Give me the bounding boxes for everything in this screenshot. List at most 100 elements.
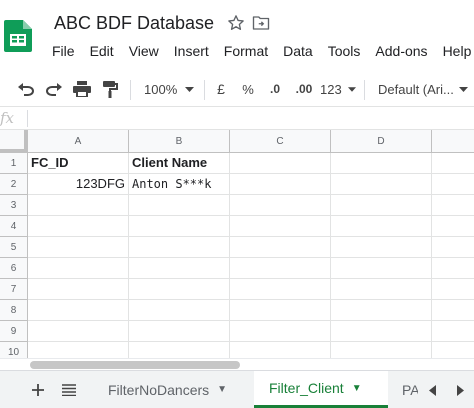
column-header-b[interactable]: B	[129, 130, 230, 153]
cell-e1[interactable]	[432, 153, 474, 174]
cell-c7[interactable]	[230, 279, 331, 300]
column-header-c[interactable]: C	[230, 130, 331, 153]
cell-a9[interactable]	[28, 321, 129, 342]
cell-d6[interactable]	[331, 258, 432, 279]
column-header-a[interactable]: A	[28, 130, 129, 153]
cell-b3[interactable]	[129, 195, 230, 216]
cell-e8[interactable]	[432, 300, 474, 321]
cell-b6[interactable]	[129, 258, 230, 279]
toolbar-divider	[130, 80, 131, 100]
cell-a4[interactable]	[28, 216, 129, 237]
sheets-logo-icon[interactable]	[4, 20, 32, 52]
document-title[interactable]: ABC BDF Database	[54, 13, 214, 34]
format-currency-button[interactable]: £	[212, 71, 230, 107]
cell-a2[interactable]: 123DFG	[28, 174, 129, 195]
cell-c2[interactable]	[230, 174, 331, 195]
font-select[interactable]: Default (Ari...	[372, 71, 474, 107]
row-header[interactable]: 8	[0, 300, 28, 321]
menu-add-ons[interactable]: Add-ons	[368, 41, 435, 61]
menu-data[interactable]: Data	[276, 41, 321, 61]
row-header[interactable]: 1	[0, 153, 28, 174]
cell-b8[interactable]	[129, 300, 230, 321]
column-header-e[interactable]	[432, 130, 474, 153]
scroll-tabs-left-icon[interactable]	[418, 371, 446, 408]
cell-a1[interactable]: FC_ID	[28, 153, 129, 174]
cell-b7[interactable]	[129, 279, 230, 300]
zoom-select[interactable]: 100%	[138, 71, 200, 107]
zoom-value: 100%	[144, 81, 178, 97]
cell-c3[interactable]	[230, 195, 331, 216]
row-header[interactable]: 5	[0, 237, 28, 258]
cell-c1[interactable]	[230, 153, 331, 174]
cell-d5[interactable]	[331, 237, 432, 258]
menu-help[interactable]: Help	[436, 41, 474, 61]
cell-d9[interactable]	[331, 321, 432, 342]
cell-e4[interactable]	[432, 216, 474, 237]
scroll-tabs-right-icon[interactable]	[446, 371, 474, 408]
cell-e6[interactable]	[432, 258, 474, 279]
formula-input[interactable]	[32, 107, 472, 129]
cell-a6[interactable]	[28, 258, 129, 279]
paint-format-icon[interactable]	[98, 71, 122, 107]
cell-a7[interactable]	[28, 279, 129, 300]
caret-down-icon[interactable]: ▼	[217, 384, 227, 395]
horizontal-scrollbar[interactable]	[0, 358, 474, 370]
row-header[interactable]: 7	[0, 279, 28, 300]
redo-icon[interactable]	[42, 71, 66, 107]
cell-e3[interactable]	[432, 195, 474, 216]
cell-c6[interactable]	[230, 258, 331, 279]
cell-b9[interactable]	[129, 321, 230, 342]
scrollbar-thumb[interactable]	[30, 361, 240, 369]
increase-decimal-button[interactable]: .00	[292, 71, 316, 107]
cell-e2[interactable]	[432, 174, 474, 195]
menu-view[interactable]: View	[122, 41, 167, 61]
row-header[interactable]: 6	[0, 258, 28, 279]
cell-b5[interactable]	[129, 237, 230, 258]
row-header[interactable]: 4	[0, 216, 28, 237]
add-sheet-icon[interactable]	[26, 371, 50, 408]
menu-file[interactable]: File	[45, 41, 83, 61]
cell-c8[interactable]	[230, 300, 331, 321]
sheet-tab-filternodancers[interactable]: FilterNoDancers ▼	[94, 371, 250, 408]
menu-insert[interactable]: Insert	[167, 41, 217, 61]
cell-c9[interactable]	[230, 321, 331, 342]
more-formats-select[interactable]: 123	[320, 71, 356, 107]
decrease-decimal-label: .0	[269, 82, 280, 96]
menu-edit[interactable]: Edit	[83, 41, 122, 61]
cell-a8[interactable]	[28, 300, 129, 321]
cell-a3[interactable]	[28, 195, 129, 216]
cell-d1[interactable]	[331, 153, 432, 174]
move-to-folder-icon[interactable]	[252, 15, 270, 31]
cell-b4[interactable]	[129, 216, 230, 237]
cell-e7[interactable]	[432, 279, 474, 300]
chevron-down-icon	[348, 86, 356, 92]
menu-tools[interactable]: Tools	[321, 41, 369, 61]
cell-d7[interactable]	[331, 279, 432, 300]
cell-c5[interactable]	[230, 237, 331, 258]
sheet-tab-pa[interactable]: PA	[392, 371, 418, 408]
caret-down-icon[interactable]: ▼	[352, 383, 362, 394]
undo-icon[interactable]	[14, 71, 38, 107]
star-icon[interactable]	[227, 14, 245, 32]
cell-c4[interactable]	[230, 216, 331, 237]
cell-d4[interactable]	[331, 216, 432, 237]
menu-format[interactable]: Format	[217, 41, 276, 61]
cell-d3[interactable]	[331, 195, 432, 216]
row-header[interactable]: 3	[0, 195, 28, 216]
format-percent-button[interactable]: %	[238, 71, 258, 107]
cell-d2[interactable]	[331, 174, 432, 195]
select-all-corner[interactable]	[0, 130, 28, 153]
row-header[interactable]: 9	[0, 321, 28, 342]
print-icon[interactable]	[70, 71, 94, 107]
row-header[interactable]: 2	[0, 174, 28, 195]
all-sheets-icon[interactable]	[58, 371, 80, 408]
cell-a5[interactable]	[28, 237, 129, 258]
sheet-tab-filter-client[interactable]: Filter_Client ▼	[254, 371, 388, 408]
decrease-decimal-button[interactable]: .0	[264, 71, 286, 107]
cell-e9[interactable]	[432, 321, 474, 342]
cell-d8[interactable]	[331, 300, 432, 321]
cell-e5[interactable]	[432, 237, 474, 258]
cell-b2[interactable]: Anton S***k	[129, 174, 230, 195]
cell-b1[interactable]: Client Name	[129, 153, 230, 174]
column-header-d[interactable]: D	[331, 130, 432, 153]
